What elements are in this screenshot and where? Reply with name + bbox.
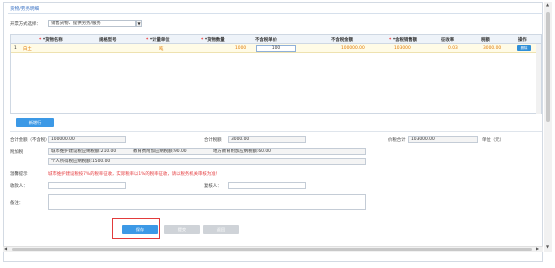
- local-edu-fee-text: 地方教育附加应纳税额:60.00: [213, 149, 271, 154]
- col-amount: 不含税金额: [331, 38, 353, 43]
- cell-rate: 0.03: [448, 46, 458, 51]
- reviewer-label: 复核人：: [204, 184, 222, 189]
- add-row-button[interactable]: 新增行: [16, 118, 54, 127]
- cell-quantity[interactable]: 1000: [235, 46, 246, 51]
- col-quantity: * *货物数量: [201, 38, 225, 43]
- edu-fee-text: 教育费附加应纳税额:90.00: [133, 149, 187, 154]
- scroll-up-icon[interactable]: ▲: [546, 3, 549, 7]
- surcharge-line-1: 城市维护建设税应纳税额:210.00 教育费附加应纳税额:90.00 地方教育附…: [48, 148, 366, 155]
- cell-amount: 100000.00: [341, 46, 365, 51]
- main-panel: 货物/劳务明细 开票方式选择： 销售货物、提供劳务/服务 ▼ * *货物名称 规…: [3, 2, 543, 262]
- city-tax-text: 城市维护建设税应纳税额:210.00: [51, 149, 117, 154]
- scroll-left-icon[interactable]: ◀: [4, 247, 7, 251]
- table-row[interactable]: 1 白土 吨 1000 100 100000.00 103000 0.03 30…: [11, 44, 541, 53]
- col-op: 操作: [518, 38, 527, 43]
- scroll-down-icon[interactable]: ▼: [546, 245, 549, 249]
- total-amount-label: 合计金额（不含税）: [10, 138, 50, 143]
- col-spec: 规格型号: [99, 38, 117, 43]
- highlight-box: [112, 218, 160, 239]
- row-index: 1: [14, 46, 17, 51]
- back-button[interactable]: 返回: [203, 225, 239, 234]
- invoice-type-select[interactable]: 销售货物、提供劳务/服务: [48, 20, 136, 27]
- col-unit-price: 不含税单价: [255, 38, 277, 43]
- title-divider: [8, 13, 543, 14]
- table-header: * *货物名称 规格型号 * *计量单位 * *货物数量 不含税单价 不含税金额…: [11, 35, 541, 44]
- scroll-right-icon[interactable]: ▶: [536, 247, 539, 251]
- cell-tax: 3000.00: [483, 46, 502, 51]
- horizontal-scrollbar[interactable]: ◀ ▶: [3, 246, 543, 252]
- total-amount-field: 100000.00: [48, 136, 126, 143]
- payee-input[interactable]: [48, 182, 126, 189]
- grand-total-label: 价税合计: [388, 138, 406, 143]
- col-tax: 税额: [481, 38, 490, 43]
- notice-text: 城市维护建设税按7%的税率征收，实际税率以1%的税率征收，请以税务机关审核为准！: [48, 172, 220, 177]
- col-unit: * *计量单位: [146, 38, 170, 43]
- col-name: * *货物名称: [39, 38, 63, 43]
- unit-price-input[interactable]: 100: [256, 45, 296, 52]
- panel-title: 货物/劳务明细: [10, 7, 40, 12]
- submit-button[interactable]: 提交: [164, 225, 200, 234]
- section-divider: [10, 131, 542, 132]
- vertical-scrollbar[interactable]: ▲ ▼: [544, 2, 552, 252]
- cell-name[interactable]: 白土: [23, 46, 32, 52]
- vertical-scroll-thumb[interactable]: [546, 12, 550, 122]
- chevron-down-icon[interactable]: ▼: [136, 20, 142, 27]
- delete-row-button[interactable]: 删除: [517, 45, 531, 51]
- goods-table: * *货物名称 规格型号 * *计量单位 * *货物数量 不含税单价 不含税金额…: [10, 34, 542, 114]
- total-tax-label: 合计税额: [204, 138, 222, 143]
- remarks-label: 备注：: [10, 201, 24, 206]
- col-tax-incl: * *含税销售额: [389, 38, 418, 43]
- grand-total-field: 103000.00: [408, 136, 478, 143]
- total-tax-field: 3000.00: [228, 136, 306, 143]
- reviewer-input[interactable]: [228, 182, 306, 189]
- notice-label: 温馨提示: [10, 172, 28, 177]
- surcharge-label: 附加税: [10, 150, 24, 155]
- remarks-textarea[interactable]: [48, 194, 366, 210]
- col-rate: 征收率: [441, 38, 455, 43]
- table-scrollbar[interactable]: [536, 44, 541, 114]
- unit-label: 单位（元）: [482, 138, 504, 143]
- cell-unit[interactable]: 吨: [159, 46, 163, 52]
- surcharge-line-2: 个人所得税应纳税额:1500.00: [48, 158, 366, 165]
- payee-label: 收款人：: [10, 184, 28, 189]
- horizontal-scroll-thumb[interactable]: [12, 248, 532, 251]
- invoice-type-label: 开票方式选择：: [10, 22, 41, 27]
- cell-tax-incl[interactable]: 103000: [394, 46, 411, 51]
